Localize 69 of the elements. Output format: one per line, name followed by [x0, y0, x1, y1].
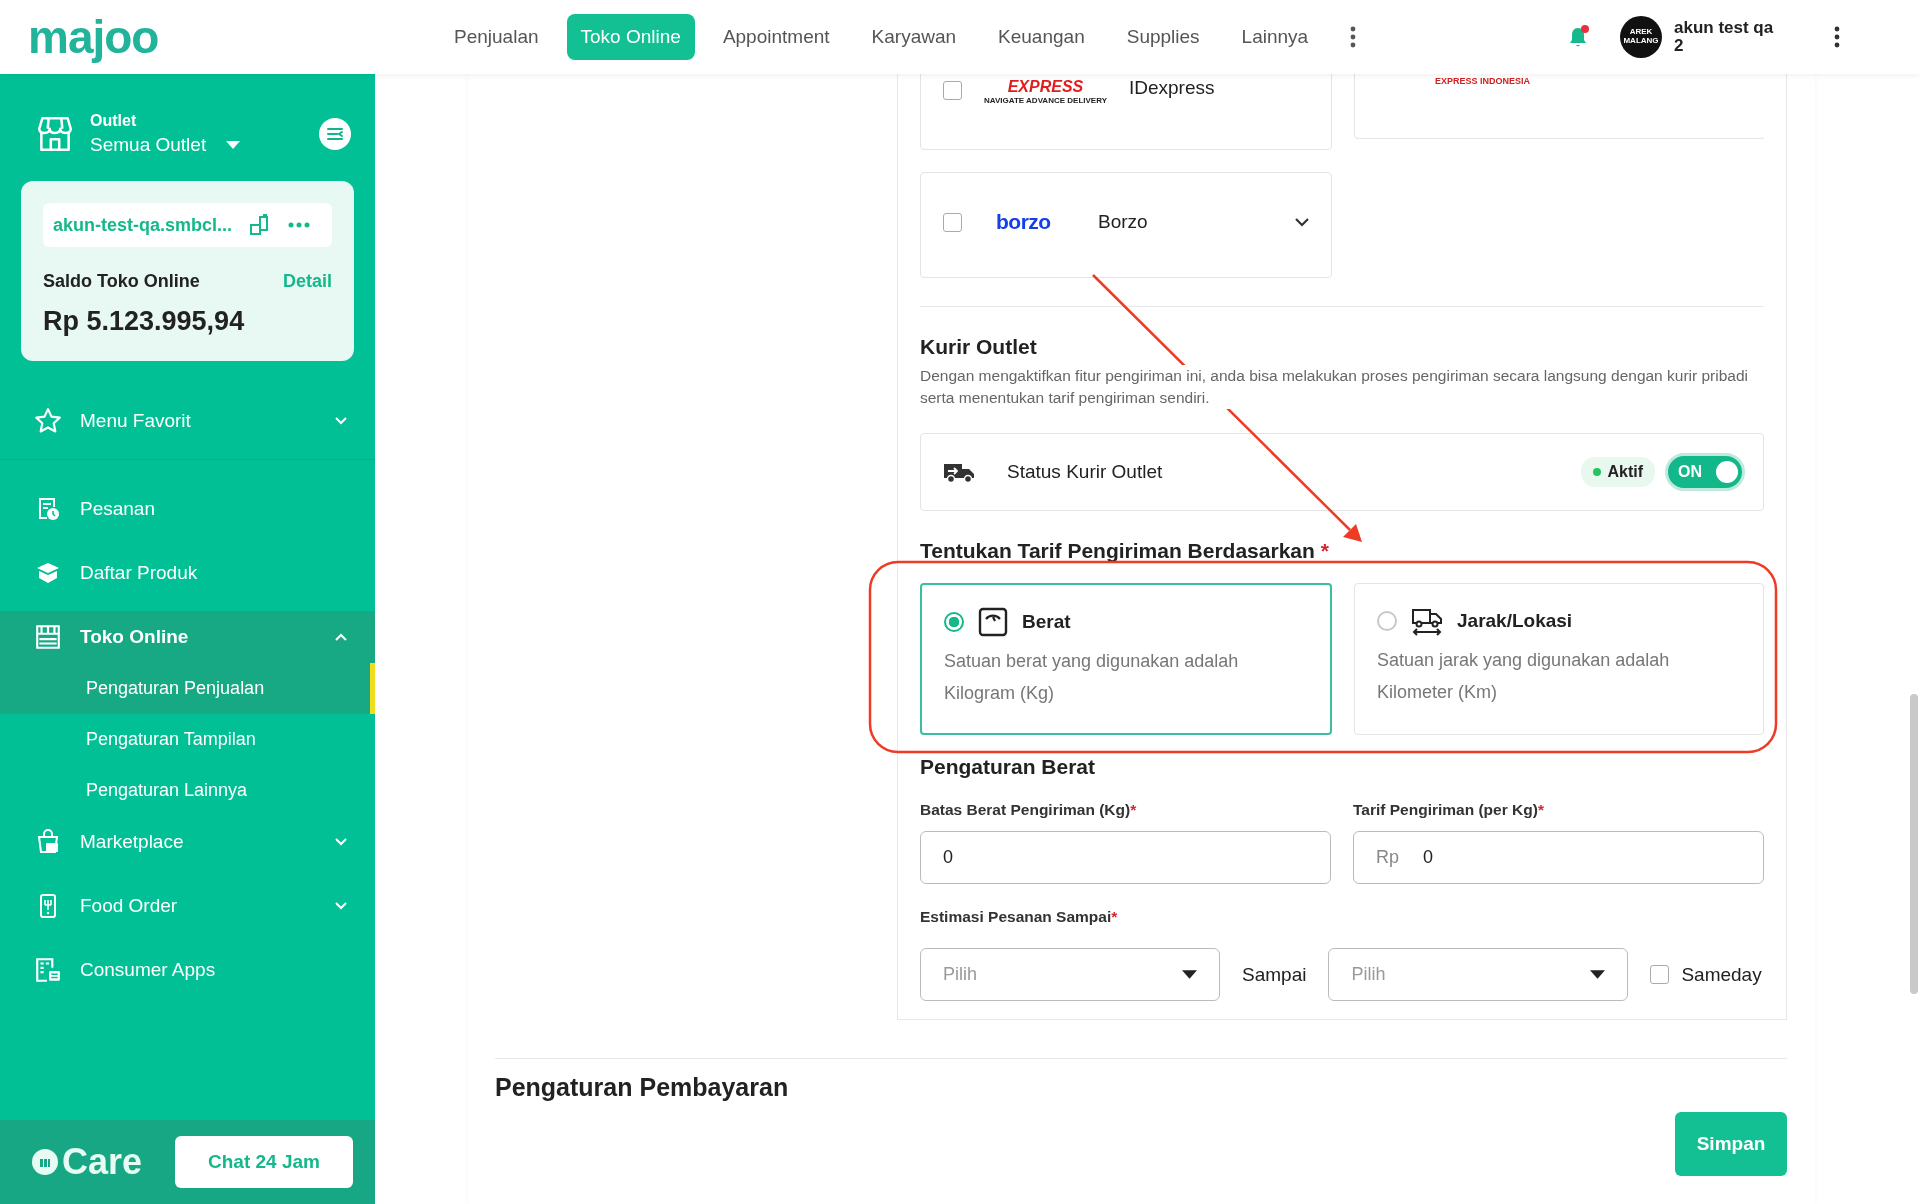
courier-logo: borzo	[996, 210, 1052, 234]
sidebar-item[interactable]: Marketplace	[0, 816, 375, 868]
storefront-icon	[34, 623, 62, 651]
sidebar-item[interactable]: Consumer Apps	[0, 944, 375, 996]
more-icon[interactable]	[1834, 26, 1840, 48]
nav-tab[interactable]: Supplies	[1112, 14, 1214, 60]
scale-icon	[978, 607, 1008, 637]
detail-link[interactable]: Detail	[282, 271, 332, 292]
input-field[interactable]: Rp 0	[1353, 831, 1764, 884]
courier-name: Borzo	[1098, 211, 1148, 233]
star-icon	[34, 407, 62, 435]
status-badge: Aktif	[1581, 457, 1655, 487]
range-separator: Sampai	[1242, 963, 1307, 986]
field-label: Estimasi Pesanan Sampai*	[920, 908, 1119, 926]
outlet-label: Outlet	[90, 112, 138, 130]
input-field[interactable]: 0	[920, 831, 1331, 884]
select-dropdown[interactable]: Pilih	[920, 948, 1220, 1001]
option-card[interactable]: Berat Satuan berat yang digunakan adalah Kilogram (Kg)	[920, 583, 1332, 735]
chevron-icon[interactable]	[1295, 217, 1309, 227]
save-button[interactable]: Simpan	[1675, 1112, 1787, 1176]
select-dropdown[interactable]: Pilih	[1328, 948, 1629, 1001]
nav-tab[interactable]: Appointment	[708, 14, 844, 60]
checkbox[interactable]	[943, 212, 962, 232]
balance-label: Saldo Toko Online	[43, 271, 200, 292]
more-icon[interactable]	[1350, 26, 1357, 48]
balance-amount: Rp 5.123.995,94	[43, 306, 246, 337]
radio-button[interactable]	[944, 612, 964, 632]
outlet-dropdown[interactable]: Semua Outlet	[90, 134, 241, 156]
sidebar-subitem[interactable]: Pengaturan Lainnya	[0, 765, 375, 816]
menu-favorites[interactable]: Menu Favorit	[0, 395, 375, 447]
caret-icon	[1182, 970, 1197, 979]
field-label: Batas Berat Pengiriman (Kg)*	[920, 801, 1138, 819]
toggle-switch[interactable]: ON	[1665, 453, 1745, 491]
section-title: Pengaturan Pembayaran	[495, 1073, 790, 1102]
user-name[interactable]: akun test qa 2	[1674, 19, 1814, 55]
user-avatar[interactable]: AREK MALANG	[1620, 16, 1662, 58]
caret-icon	[226, 141, 241, 149]
nav-tab[interactable]: Karyawan	[857, 14, 971, 60]
field-label: Tarif Pengiriman (per Kg)*	[1353, 801, 1545, 819]
courier-logo: EXPRESS INDONESIA	[1435, 76, 1531, 86]
collapse-menu-icon[interactable]	[319, 118, 351, 150]
status-label: Status Kurir Outlet	[1007, 461, 1163, 483]
section-title: Tentukan Tarif Pengiriman Berdasarkan *	[920, 539, 1330, 563]
checkbox-label: Sameday	[1681, 963, 1762, 986]
sidebar-item[interactable]: Daftar Produk	[0, 547, 375, 599]
scrollbar[interactable]	[1910, 694, 1918, 994]
section-title: Pengaturan Berat	[920, 755, 1097, 779]
sidebar-item[interactable]: Food Order	[0, 880, 375, 932]
chat-button[interactable]: Chat 24 Jam	[175, 1136, 353, 1188]
radio-button[interactable]	[1377, 611, 1397, 631]
apps-icon	[34, 956, 62, 984]
sidebar-item[interactable]: Pesanan	[0, 483, 375, 535]
store-url[interactable]: akun-test-qa.smbcl...	[53, 214, 233, 236]
sidebar-item[interactable]: Toko Online	[0, 611, 375, 663]
caret-icon	[1590, 970, 1606, 979]
checkbox[interactable]	[943, 81, 962, 100]
checkbox[interactable]	[1650, 965, 1670, 984]
sidebar-subitem[interactable]: Pengaturan Tampilan	[0, 714, 375, 765]
section-title: Kurir Outlet	[920, 335, 1038, 359]
nav-tab[interactable]: Lainnya	[1227, 14, 1323, 60]
truck-distance-icon	[1411, 606, 1443, 636]
sidebar-subitem[interactable]: Pengaturan Penjualan	[0, 663, 375, 714]
nav-tab[interactable]: Toko Online	[566, 14, 695, 60]
courier-logo: EXPRESS NAVIGATE ADVANCE DELIVERY	[984, 77, 1107, 106]
nav-tab[interactable]: Keuangan	[984, 14, 1099, 60]
option-card[interactable]: Jarak/Lokasi Satuan jarak yang digunakan adalah Kilometer (Km)	[1354, 583, 1764, 735]
courier-name: IDexpress	[1129, 77, 1215, 99]
care-logo: Care	[32, 1141, 143, 1183]
nav-tab[interactable]: Penjualan	[440, 14, 553, 60]
